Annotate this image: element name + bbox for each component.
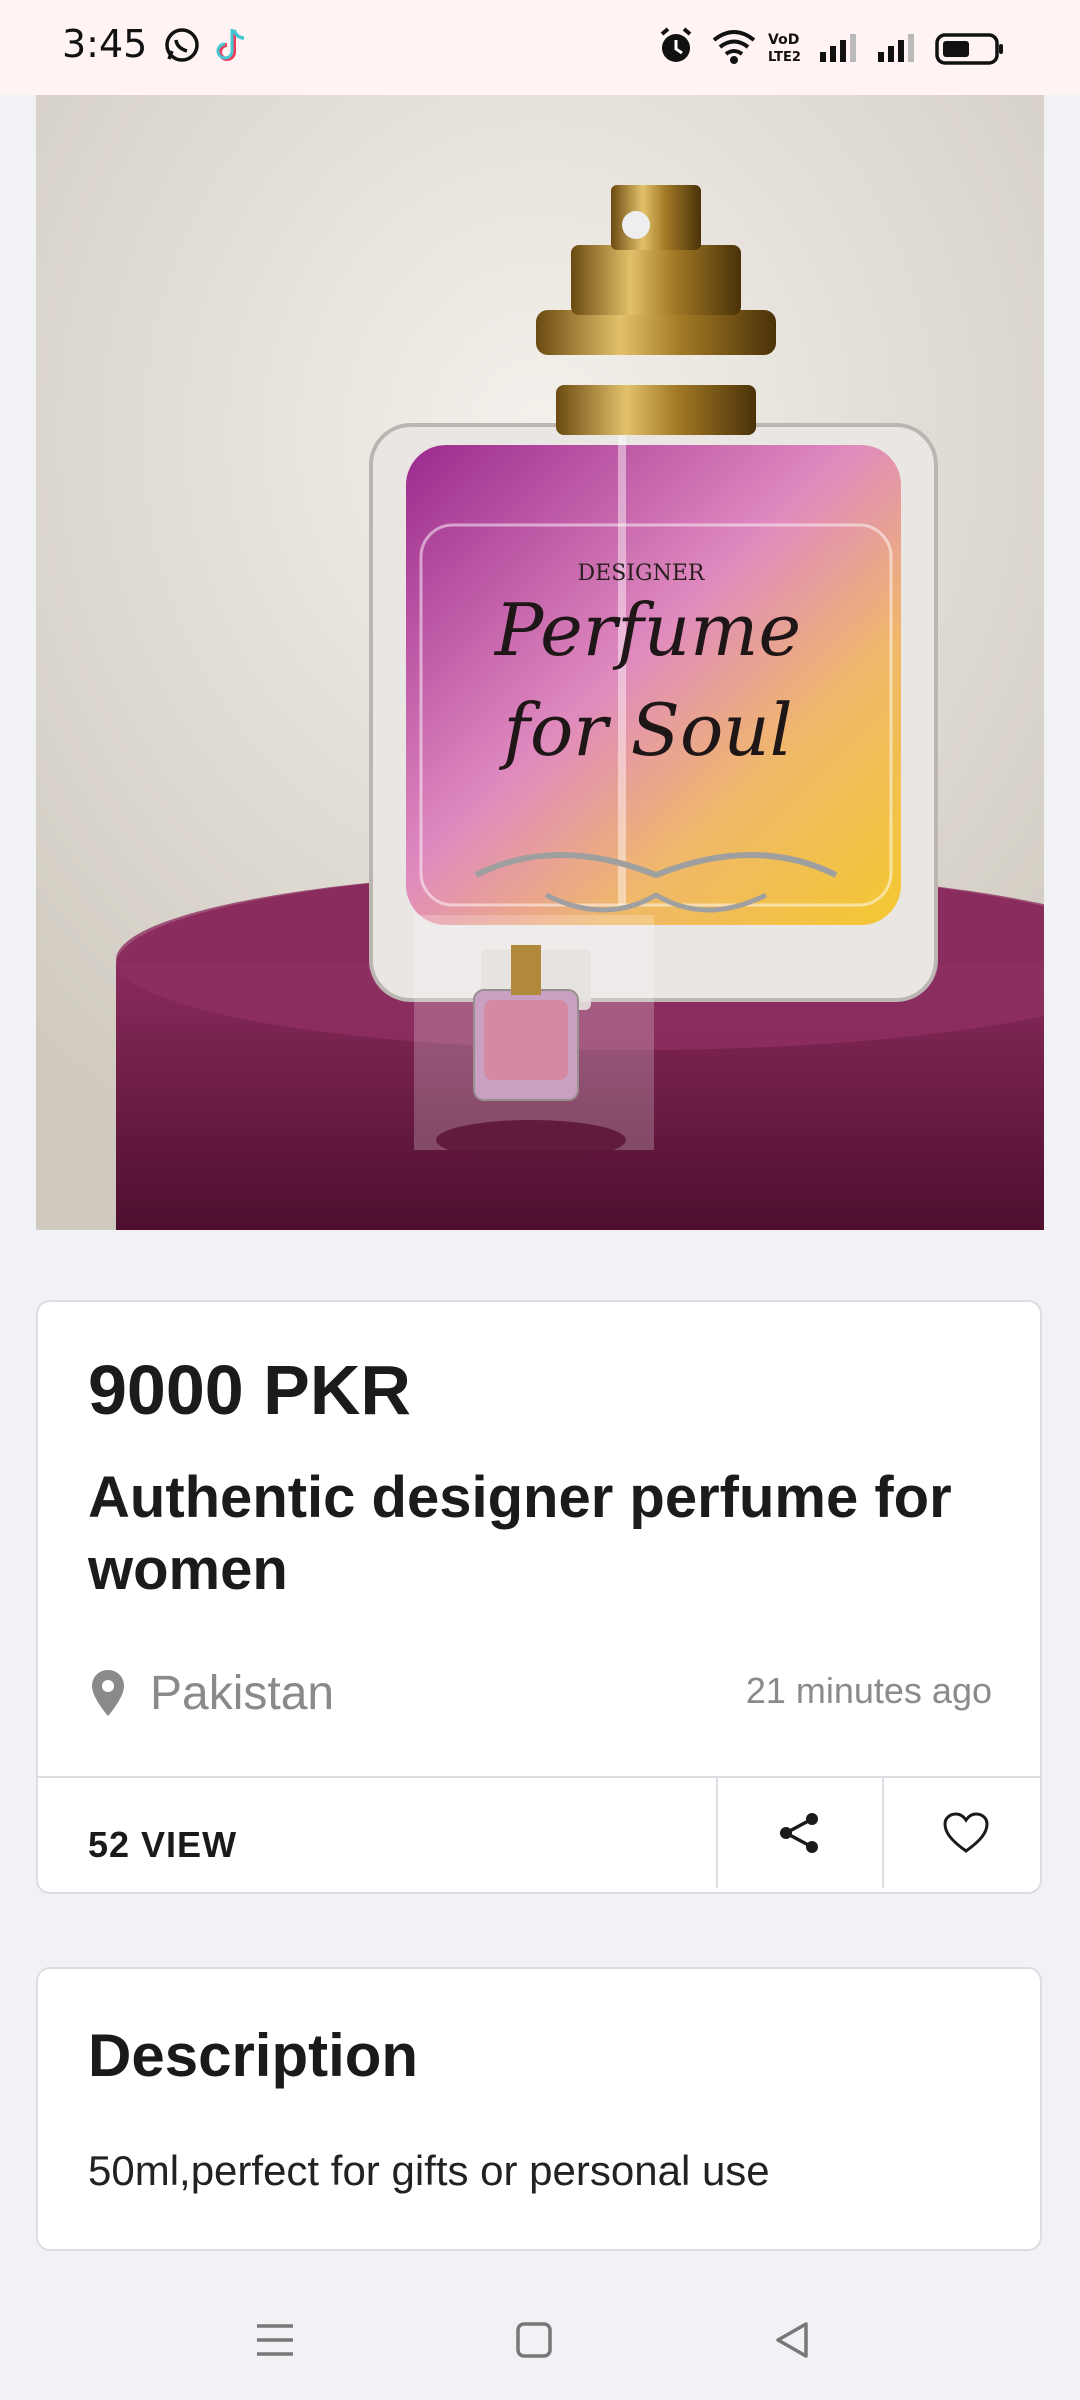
- back-button[interactable]: [760, 2308, 824, 2372]
- view-count: 52 VIEW: [88, 1824, 238, 1865]
- back-icon: [776, 2322, 808, 2358]
- product-image[interactable]: DESIGNER Perfume for Soul: [36, 95, 1044, 1230]
- location-pin-icon: [90, 1668, 126, 1723]
- description-text: 50ml,perfect for gifts or personal use: [88, 2147, 770, 2194]
- whatsapp-icon: [163, 26, 201, 69]
- bottle-label-for-soul: for Soul: [498, 688, 792, 772]
- menu-button[interactable]: [243, 2308, 307, 2372]
- status-bar: 3:45 VoD LTE2: [0, 0, 1080, 95]
- heart-icon: [943, 1812, 989, 1853]
- description-heading: Description: [88, 2022, 419, 2089]
- favorite-button[interactable]: [884, 1778, 1048, 1888]
- navigation-bar: [0, 2280, 1080, 2400]
- battery-icon: [935, 32, 1005, 71]
- home-button[interactable]: [502, 2308, 566, 2372]
- home-icon: [516, 2322, 552, 2358]
- status-time: 3:45: [62, 22, 148, 66]
- listing-card: 9000 PKR Authentic designer perfume for …: [36, 1300, 1042, 1894]
- wifi-icon: [710, 26, 758, 71]
- description-card: Description 50ml,perfect for gifts or pe…: [36, 1967, 1042, 2251]
- svg-text:VoD: VoD: [768, 32, 799, 48]
- location-text: Pakistan: [150, 1667, 335, 1720]
- listing-title: Authentic designer perfume for women: [88, 1465, 952, 1602]
- bottle-label-perfume: Perfume: [493, 588, 801, 672]
- signal-icon: [876, 32, 916, 69]
- svg-text:LTE2: LTE2: [768, 50, 801, 64]
- alarm-icon: [657, 26, 695, 71]
- share-button[interactable]: [718, 1778, 882, 1888]
- tiktok-icon: [214, 26, 252, 71]
- menu-icon: [257, 2324, 293, 2356]
- share-icon: [780, 1813, 818, 1853]
- volte-icon: VoD LTE2: [766, 30, 806, 69]
- posted-time: 21 minutes ago: [745, 1670, 992, 1711]
- listing-price: 9000 PKR: [88, 1351, 411, 1429]
- signal-icon: [818, 32, 858, 69]
- bottle-label-designer: DESIGNER: [578, 561, 706, 586]
